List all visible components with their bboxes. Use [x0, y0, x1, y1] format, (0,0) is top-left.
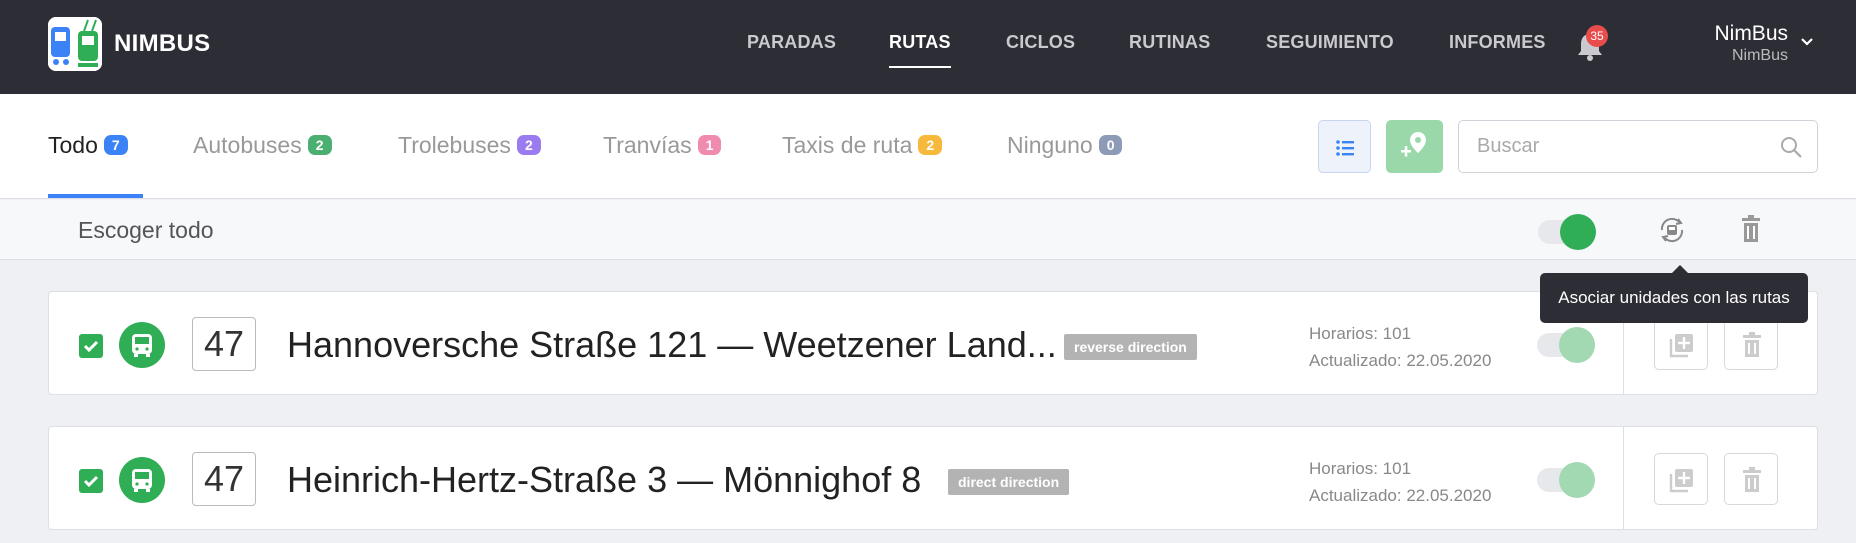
tab-label: Tranvías [603, 132, 692, 158]
tab-label: Ninguno [1007, 132, 1093, 158]
associate-units-icon[interactable] [1656, 214, 1688, 251]
nimbus-logo[interactable] [48, 17, 102, 71]
tab-count-badge: 2 [516, 135, 541, 155]
tab-label: Todo [48, 132, 98, 158]
tab-label: Autobuses [193, 132, 302, 158]
tab-count-badge: 2 [307, 135, 332, 155]
route-meta: Horarios: 101 Actualizado: 22.05.2020 [1309, 455, 1491, 509]
direction-badge: reverse direction [1064, 334, 1197, 360]
tab-taxis-de-ruta[interactable]: Taxis de ruta 2 [782, 132, 943, 159]
nav-paradas[interactable]: PARADAS [747, 32, 836, 53]
select-all-toggle[interactable] [1538, 214, 1596, 250]
toggle-knob [1560, 214, 1596, 250]
tab-label: Taxis de ruta [782, 132, 913, 158]
tab-trolebuses[interactable]: Trolebuses 2 [398, 132, 541, 159]
toggle-knob [1559, 462, 1595, 498]
route-checkbox[interactable] [79, 334, 103, 358]
route-active-toggle[interactable] [1537, 462, 1595, 498]
route-card[interactable]: 47 Heinrich-Hertz-Straße 3 — Mönnighof 8… [48, 426, 1818, 530]
card-divider [1623, 427, 1624, 529]
user-menu[interactable]: NimBus NimBus [1714, 22, 1788, 66]
route-updated: Actualizado: 22.05.2020 [1309, 486, 1492, 505]
route-title[interactable]: Heinrich-Hertz-Straße 3 — Mönnighof 8 [287, 459, 921, 501]
select-all-row: Escoger todo [0, 200, 1856, 260]
nav-ciclos[interactable]: CICLOS [1006, 32, 1075, 53]
tab-tranvias[interactable]: Tranvías 1 [603, 132, 722, 159]
direction-badge: direct direction [948, 469, 1070, 495]
route-meta: Horarios: 101 Actualizado: 22.05.2020 [1309, 320, 1491, 374]
tab-count-badge: 7 [103, 135, 128, 155]
trash-icon [1743, 332, 1761, 357]
tab-label: Trolebuses [398, 132, 511, 158]
chevron-down-icon[interactable] [1800, 34, 1814, 52]
list-view-button[interactable] [1318, 120, 1371, 173]
nav-informes[interactable]: INFORMES [1449, 32, 1546, 53]
tab-autobuses[interactable]: Autobuses 2 [193, 132, 332, 159]
tab-ninguno[interactable]: Ninguno 0 [1007, 132, 1123, 159]
nav-seguimiento[interactable]: SEGUIMIENTO [1266, 32, 1394, 53]
route-title[interactable]: Hannoversche Straße 121 — Weetzener Land… [287, 324, 1057, 366]
tab-count-badge: 0 [1098, 135, 1123, 155]
select-all-label[interactable]: Escoger todo [78, 217, 214, 244]
nav-rutas[interactable]: RUTAS [889, 32, 951, 68]
add-copy-button[interactable] [1654, 318, 1708, 370]
trash-icon [1743, 467, 1761, 492]
search-box [1458, 120, 1818, 173]
tab-todo[interactable]: Todo 7 [48, 132, 128, 159]
bus-icon [119, 322, 165, 368]
list-icon [1336, 140, 1354, 156]
delete-route-button[interactable] [1724, 318, 1778, 370]
active-tab-indicator [48, 194, 143, 198]
route-schedules: Horarios: 101 [1309, 459, 1412, 478]
nav-rutinas[interactable]: RUTINAS [1129, 32, 1210, 53]
user-org: NimBus [1731, 47, 1788, 64]
copy-plus-icon [1669, 334, 1693, 358]
route-updated: Actualizado: 22.05.2020 [1309, 351, 1492, 370]
user-name: NimBus [1714, 22, 1788, 45]
add-map-route-button[interactable] [1386, 120, 1443, 173]
map-pin-add-icon [1401, 132, 1426, 157]
search-input[interactable] [1477, 135, 1777, 158]
route-schedules: Horarios: 101 [1309, 324, 1412, 343]
top-navigation-bar: NIMBUS PARADAS RUTAS CICLOS RUTINAS SEGU… [0, 0, 1856, 94]
delete-route-button[interactable] [1724, 453, 1778, 505]
trash-icon[interactable] [1740, 215, 1762, 248]
brand-name: NIMBUS [114, 30, 211, 57]
notification-badge: 35 [1586, 25, 1608, 47]
add-copy-button[interactable] [1654, 453, 1708, 505]
route-number: 47 [192, 317, 256, 371]
route-checkbox[interactable] [79, 469, 103, 493]
tab-count-badge: 1 [697, 135, 722, 155]
associate-units-tooltip: Asociar unidades con las rutas [1540, 265, 1808, 323]
bus-icon [119, 457, 165, 503]
route-active-toggle[interactable] [1537, 327, 1595, 363]
tab-count-badge: 2 [918, 135, 943, 155]
filter-tabs-bar: Todo 7 Autobuses 2 Trolebuses 2 Tranvías 1 T… [0, 94, 1856, 199]
copy-plus-icon [1669, 469, 1693, 493]
toggle-knob [1559, 327, 1595, 363]
search-icon[interactable] [1779, 135, 1803, 164]
route-number: 47 [192, 452, 256, 506]
